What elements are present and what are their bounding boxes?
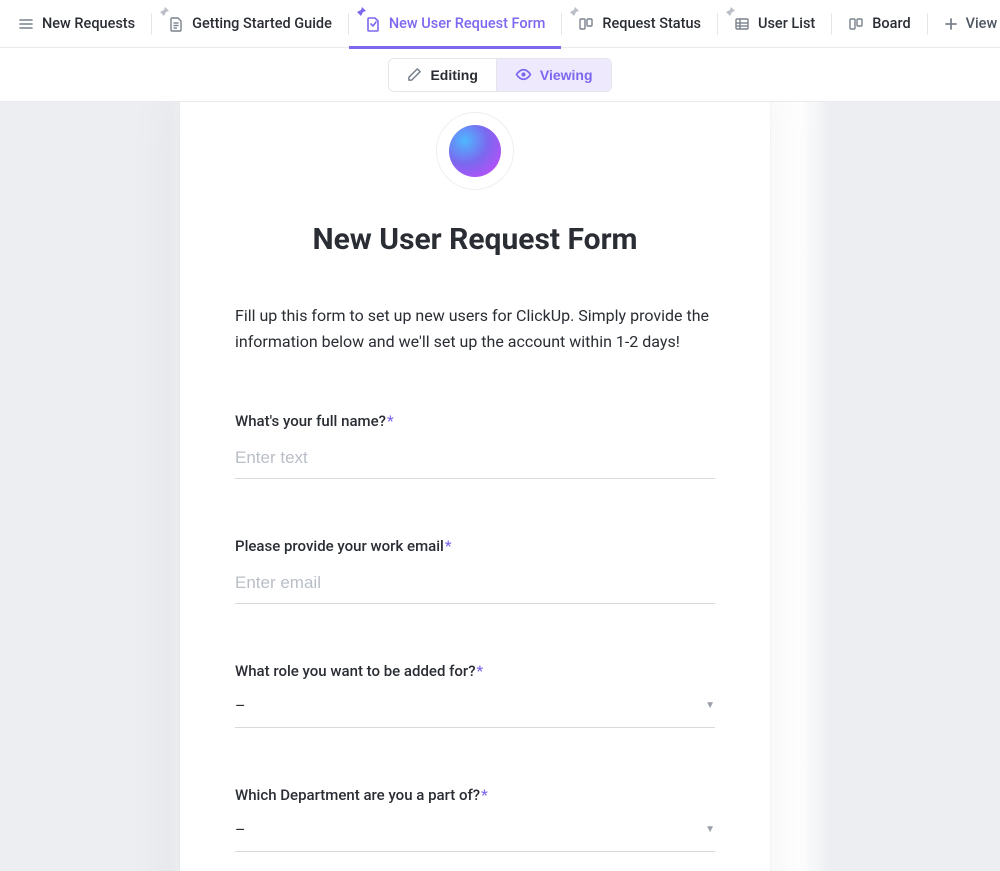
logo-circle — [436, 112, 514, 190]
field-label: What role you want to be added for?* — [235, 662, 715, 680]
doc-icon — [168, 16, 184, 32]
tab-user-list[interactable]: User List — [718, 0, 831, 48]
add-view-button[interactable]: View — [928, 0, 1000, 48]
board-icon — [578, 16, 594, 32]
pencil-icon — [407, 67, 422, 82]
tab-board[interactable]: Board — [832, 0, 926, 48]
form-title: New User Request Form — [235, 222, 715, 257]
field-label: Which Department are you a part of?* — [235, 786, 715, 804]
tab-getting-started-guide[interactable]: Getting Started Guide — [152, 0, 348, 48]
editor-mode-row: Editing Viewing — [0, 48, 1000, 102]
required-marker: * — [445, 537, 452, 555]
tab-label: Request Status — [602, 15, 701, 32]
add-view-label: View — [966, 15, 998, 32]
eye-icon — [515, 66, 532, 83]
tab-label: User List — [758, 15, 815, 32]
required-marker: * — [387, 412, 394, 430]
pin-icon — [355, 6, 367, 18]
list-icon — [18, 16, 34, 32]
pin-icon — [158, 6, 170, 18]
full-name-input[interactable] — [235, 442, 715, 479]
field-label: Please provide your work email* — [235, 537, 715, 555]
tab-request-status[interactable]: Request Status — [562, 0, 717, 48]
pin-icon — [724, 6, 736, 18]
role-select-value: – — [235, 696, 246, 715]
table-icon — [734, 16, 750, 32]
tab-label: New Requests — [42, 15, 135, 32]
mode-viewing-label: Viewing — [540, 67, 593, 83]
form-description: Fill up this form to set up new users fo… — [235, 303, 715, 354]
work-email-input[interactable] — [235, 567, 715, 604]
pin-icon — [568, 6, 580, 18]
tab-label: Board — [872, 15, 910, 32]
mode-viewing-button[interactable]: Viewing — [496, 59, 611, 91]
tab-label: Getting Started Guide — [192, 15, 332, 32]
board-icon — [848, 16, 864, 32]
form-icon — [365, 16, 381, 32]
field-role: What role you want to be added for?* – ▼ — [235, 662, 715, 728]
clickup-logo-icon — [449, 125, 501, 177]
tab-label: New User Request Form — [389, 15, 546, 32]
required-marker: * — [481, 786, 488, 804]
form-logo — [235, 112, 715, 190]
caret-down-icon: ▼ — [705, 824, 715, 835]
form-card: New User Request Form Fill up this form … — [180, 102, 770, 871]
plus-icon — [944, 17, 958, 31]
mode-editing-button[interactable]: Editing — [389, 59, 495, 91]
field-full-name: What's your full name?* — [235, 412, 715, 479]
tab-new-requests[interactable]: New Requests — [2, 0, 151, 48]
mode-editing-label: Editing — [430, 67, 477, 83]
department-select-value: – — [235, 820, 246, 839]
field-department: Which Department are you a part of?* – ▼ — [235, 786, 715, 852]
required-marker: * — [477, 662, 484, 680]
form-canvas: New User Request Form Fill up this form … — [0, 102, 1000, 871]
tab-new-user-request-form[interactable]: New User Request Form — [349, 0, 562, 48]
role-select[interactable]: – ▼ — [235, 690, 715, 728]
field-label: What's your full name?* — [235, 412, 715, 430]
editor-mode-toggle: Editing Viewing — [388, 58, 611, 92]
department-select[interactable]: – ▼ — [235, 814, 715, 852]
caret-down-icon: ▼ — [705, 700, 715, 711]
field-work-email: Please provide your work email* — [235, 537, 715, 604]
view-tabs: New Requests Getting Started Guide New U… — [0, 0, 1000, 48]
